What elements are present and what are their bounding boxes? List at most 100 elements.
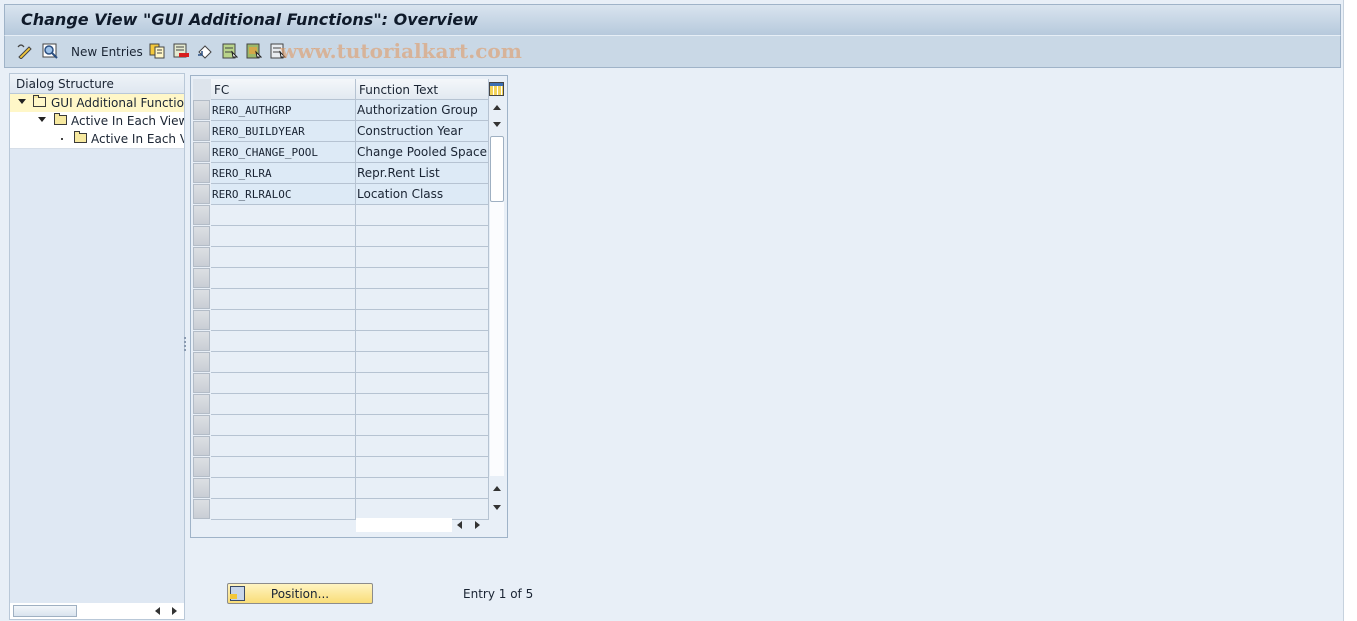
row-selector[interactable]	[193, 163, 210, 183]
cell-function-text[interactable]: Construction Year	[356, 121, 489, 142]
row-selector[interactable]	[193, 205, 210, 225]
cell-function-text[interactable]	[356, 247, 489, 268]
scroll-right-icon[interactable]	[475, 521, 480, 529]
row-selector[interactable]	[193, 478, 210, 498]
cell-fc[interactable]	[211, 205, 356, 226]
row-selector[interactable]	[193, 100, 210, 120]
cell-function-text[interactable]	[356, 268, 489, 289]
cell-function-text[interactable]	[356, 436, 489, 457]
cell-fc[interactable]	[211, 394, 356, 415]
table-row[interactable]	[193, 331, 489, 352]
scroll-right-icon[interactable]	[172, 607, 177, 615]
cell-fc[interactable]	[211, 310, 356, 331]
row-selector[interactable]	[193, 415, 210, 435]
cell-fc[interactable]	[211, 415, 356, 436]
table-row[interactable]	[193, 226, 489, 247]
cell-fc[interactable]	[211, 373, 356, 394]
table-row[interactable]	[193, 310, 489, 331]
row-selector[interactable]	[193, 310, 210, 330]
scrollbar-track[interactable]	[356, 518, 452, 532]
cell-function-text[interactable]	[356, 226, 489, 247]
row-selector[interactable]	[193, 289, 210, 309]
scroll-up-bottom-icon[interactable]	[493, 486, 501, 491]
cell-function-text[interactable]	[356, 352, 489, 373]
row-selector[interactable]	[193, 331, 210, 351]
table-row[interactable]: RERO_CHANGE_POOL Change Pooled Space	[193, 142, 489, 163]
table-row[interactable]	[193, 352, 489, 373]
tree-node-active-in-each-view[interactable]: Active In Each View	[10, 112, 184, 131]
scrollbar-thumb[interactable]	[13, 605, 77, 617]
cell-fc[interactable]	[211, 247, 356, 268]
row-selector[interactable]	[193, 142, 210, 162]
select-all-icon[interactable]	[222, 43, 238, 59]
table-row[interactable]	[193, 373, 489, 394]
tree-node-active-in-each-view-sub[interactable]: Active In Each View	[10, 130, 184, 149]
table-row[interactable]: RERO_AUTHGRP Authorization Group	[193, 100, 489, 121]
cell-function-text[interactable]	[356, 394, 489, 415]
tree-horizontal-scrollbar[interactable]	[10, 603, 184, 619]
cell-fc[interactable]	[211, 268, 356, 289]
table-row[interactable]	[193, 436, 489, 457]
cell-fc[interactable]: RERO_BUILDYEAR	[211, 121, 356, 142]
cell-function-text[interactable]	[356, 331, 489, 352]
row-selector[interactable]	[193, 268, 210, 288]
table-row[interactable]	[193, 247, 489, 268]
column-header-function-text[interactable]: Function Text	[356, 79, 489, 100]
expand-icon[interactable]	[18, 99, 26, 104]
scrollbar-thumb[interactable]	[490, 136, 504, 202]
scroll-down-icon[interactable]	[493, 122, 501, 127]
panel-splitter[interactable]	[184, 335, 187, 355]
cell-fc[interactable]	[211, 478, 356, 499]
row-selector[interactable]	[193, 247, 210, 267]
table-row[interactable]	[193, 415, 489, 436]
column-header-fc[interactable]: FC	[211, 79, 356, 100]
row-selector[interactable]	[193, 394, 210, 414]
scroll-left-icon[interactable]	[155, 607, 160, 615]
cell-function-text[interactable]	[356, 310, 489, 331]
cell-fc[interactable]: RERO_RLRA	[211, 163, 356, 184]
select-all-rows-button[interactable]	[193, 79, 212, 100]
cell-function-text[interactable]	[356, 457, 489, 478]
table-row[interactable]	[193, 205, 489, 226]
cell-fc[interactable]: RERO_CHANGE_POOL	[211, 142, 356, 163]
table-row[interactable]	[193, 289, 489, 310]
cell-fc[interactable]	[211, 436, 356, 457]
scroll-up-icon[interactable]	[493, 105, 501, 110]
details-icon[interactable]	[42, 43, 58, 59]
scroll-down-bottom-icon[interactable]	[493, 505, 501, 510]
table-row[interactable]	[193, 394, 489, 415]
position-button[interactable]: Position...	[227, 583, 373, 604]
cell-fc[interactable]	[211, 352, 356, 373]
table-row[interactable]	[193, 478, 489, 499]
row-selector[interactable]	[193, 184, 210, 204]
scroll-left-icon[interactable]	[457, 521, 462, 529]
row-selector[interactable]	[193, 226, 210, 246]
cell-function-text[interactable]	[356, 478, 489, 499]
expand-icon[interactable]	[38, 117, 46, 122]
cell-fc[interactable]	[211, 499, 356, 520]
table-settings-icon[interactable]	[489, 82, 504, 96]
cell-fc[interactable]: RERO_RLRALOC	[211, 184, 356, 205]
table-vertical-scrollbar[interactable]	[489, 100, 505, 515]
table-row[interactable]: RERO_BUILDYEAR Construction Year	[193, 121, 489, 142]
table-row[interactable]	[193, 268, 489, 289]
row-selector[interactable]	[193, 352, 210, 372]
cell-fc[interactable]	[211, 331, 356, 352]
cell-function-text[interactable]: Change Pooled Space	[356, 142, 489, 163]
row-selector[interactable]	[193, 436, 210, 456]
cell-function-text[interactable]	[356, 289, 489, 310]
row-selector[interactable]	[193, 457, 210, 477]
row-selector[interactable]	[193, 373, 210, 393]
table-row[interactable]: RERO_RLRALOC Location Class	[193, 184, 489, 205]
copy-as-icon[interactable]	[149, 43, 165, 59]
new-entries-button[interactable]: New Entries	[71, 45, 143, 59]
table-horizontal-scrollbar[interactable]	[356, 517, 486, 533]
cell-fc[interactable]	[211, 457, 356, 478]
select-block-icon[interactable]	[246, 43, 262, 59]
cell-function-text[interactable]: Authorization Group	[356, 100, 489, 121]
cell-function-text[interactable]	[356, 373, 489, 394]
cell-fc[interactable]	[211, 226, 356, 247]
cell-function-text[interactable]: Repr.Rent List	[356, 163, 489, 184]
cell-fc[interactable]	[211, 289, 356, 310]
row-selector[interactable]	[193, 499, 210, 519]
